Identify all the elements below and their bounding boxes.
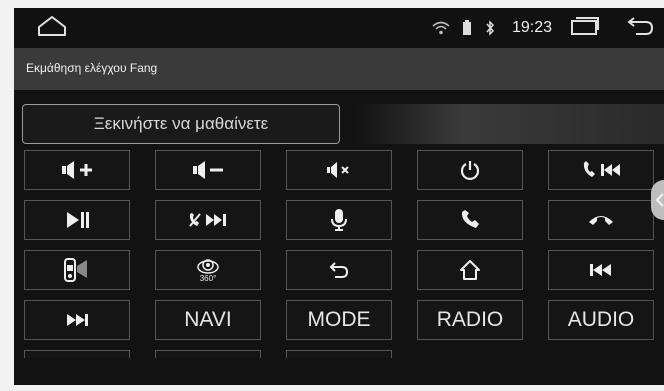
call-previous-icon bbox=[581, 160, 621, 180]
call-end-icon bbox=[587, 212, 615, 228]
mute-key[interactable] bbox=[286, 150, 392, 190]
partial-key-3[interactable] bbox=[286, 350, 392, 358]
mute-icon bbox=[325, 159, 353, 181]
side-panel-handle[interactable] bbox=[651, 180, 664, 220]
call-previous-key[interactable] bbox=[548, 150, 654, 190]
screen: 19:23 Εκμάθηση ελέγχου Fang Ξεκινήστε να… bbox=[14, 8, 664, 385]
call-answer-key[interactable] bbox=[417, 200, 523, 240]
previous-track-key[interactable] bbox=[548, 250, 654, 290]
play-pause-icon bbox=[64, 210, 90, 230]
recent-apps-icon bbox=[570, 16, 600, 41]
camera-360-key[interactable]: 360° bbox=[155, 250, 261, 290]
navi-key[interactable]: NAVI bbox=[155, 300, 261, 340]
call-answer-icon bbox=[459, 209, 481, 231]
audio-key[interactable]: AUDIO bbox=[548, 300, 654, 340]
partial-key-1[interactable] bbox=[24, 350, 130, 358]
title-bar: Εκμάθηση ελέγχου Fang bbox=[14, 48, 664, 90]
volume-down-key[interactable] bbox=[155, 150, 261, 190]
return-key[interactable] bbox=[286, 250, 392, 290]
back-icon bbox=[626, 16, 654, 41]
volume-down-icon bbox=[191, 159, 225, 181]
power-icon bbox=[459, 159, 481, 181]
hangup-next-key[interactable] bbox=[155, 200, 261, 240]
car-speaker-icon bbox=[63, 257, 91, 283]
volume-up-key[interactable] bbox=[24, 150, 130, 190]
next-track-key[interactable] bbox=[24, 300, 130, 340]
recent-apps-button[interactable] bbox=[570, 16, 600, 41]
radio-key[interactable]: RADIO bbox=[417, 300, 523, 340]
start-learning-button[interactable]: Ξεκινήστε να μαθαίνετε bbox=[22, 104, 340, 144]
mode-key[interactable]: MODE bbox=[286, 300, 392, 340]
nav-home-button[interactable] bbox=[32, 15, 72, 41]
bluetooth-icon bbox=[484, 20, 496, 36]
hangup-next-icon bbox=[187, 211, 229, 229]
power-key[interactable] bbox=[417, 150, 523, 190]
home-icon bbox=[458, 259, 482, 281]
call-end-key[interactable] bbox=[548, 200, 654, 240]
play-pause-key[interactable] bbox=[24, 200, 130, 240]
home-icon bbox=[36, 15, 68, 42]
camera-360-label: 360° bbox=[199, 274, 217, 283]
voice-mic-icon bbox=[329, 208, 349, 232]
previous-track-icon bbox=[588, 262, 614, 278]
wifi-icon bbox=[432, 21, 450, 35]
partial-key-2[interactable] bbox=[155, 350, 261, 358]
nav-back-button[interactable] bbox=[626, 16, 654, 41]
next-track-icon bbox=[64, 312, 90, 328]
return-icon bbox=[328, 261, 350, 279]
status-bar: 19:23 bbox=[14, 8, 664, 48]
voice-mic-key[interactable] bbox=[286, 200, 392, 240]
battery-icon bbox=[462, 20, 472, 36]
home-key[interactable] bbox=[417, 250, 523, 290]
page-title: Εκμάθηση ελέγχου Fang bbox=[26, 61, 158, 75]
clock: 19:23 bbox=[511, 19, 552, 36]
camera-360-icon: 360° bbox=[196, 257, 220, 283]
volume-up-icon bbox=[60, 159, 94, 181]
chevron-left-icon bbox=[655, 192, 664, 213]
banner-strip bbox=[354, 104, 664, 144]
car-speaker-key[interactable] bbox=[24, 250, 130, 290]
